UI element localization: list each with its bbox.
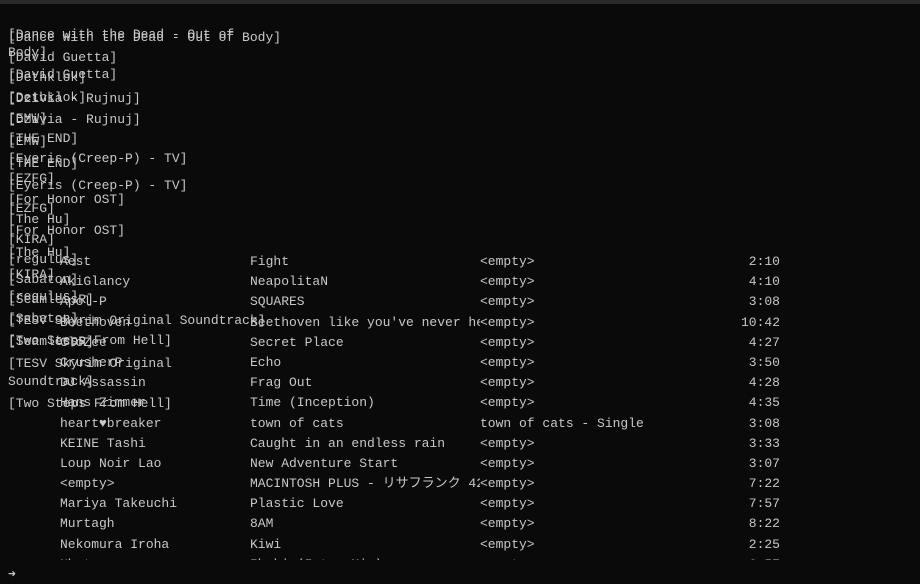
track-title: Secret Place — [250, 334, 480, 352]
track-album: <empty> — [480, 435, 700, 453]
track-album: <empty> — [480, 475, 700, 493]
track-row[interactable]: heart♥breakertown of catstown of cats - … — [0, 414, 920, 434]
prompt-bar: ➜ — [0, 565, 920, 584]
track-row[interactable]: AestFight<empty>2:10 — [0, 252, 920, 272]
sidebar-item-5[interactable]: [THE END] — [0, 153, 250, 175]
track-album: <empty> — [480, 354, 700, 372]
track-artist: Nhato — [60, 556, 250, 560]
track-album: <empty> — [480, 495, 700, 513]
track-duration: 3:08 — [700, 415, 780, 433]
track-title: Kiwi — [250, 536, 480, 554]
track-artist: Loup Noir Lao — [60, 455, 250, 473]
track-album: <empty> — [480, 253, 700, 271]
sidebar-item-1[interactable]: [David Guetta] — [0, 64, 250, 86]
track-row[interactable]: NhatoIbuki (Intro Mix)<empty>6:57 — [0, 555, 920, 560]
track-title: Fight — [250, 253, 480, 271]
track-album: town of cats - Single — [480, 415, 700, 433]
track-title: Time (Inception) — [250, 394, 480, 412]
track-row[interactable]: Nekomura IrohaKiwi<empty>2:25 — [0, 535, 920, 555]
track-duration: 7:22 — [700, 475, 780, 493]
track-row[interactable]: DJ AssassinFrag Out<empty>4:28 — [0, 373, 920, 393]
track-artist: CrusherP — [60, 354, 250, 372]
track-row[interactable]: CloZeeSecret Place<empty>4:27 — [0, 333, 920, 353]
track-duration: 6:57 — [700, 556, 780, 560]
track-row[interactable]: <empty>MACINTOSH PLUS - リサフランク 420<empty… — [0, 474, 920, 494]
track-title: New Adventure Start — [250, 455, 480, 473]
track-album: <empty> — [480, 314, 700, 332]
sidebar-item-6[interactable]: [Eyeris (Creep-P) - TV] — [0, 175, 250, 197]
track-duration: 4:27 — [700, 334, 780, 352]
track-artist: Beethoven — [60, 314, 250, 332]
track-row[interactable]: AkiGlancyNeapolitaN<empty>4:10 — [0, 272, 920, 292]
track-title: Plastic Love — [250, 495, 480, 513]
sidebar-item-2[interactable]: [Dethklok] — [0, 87, 250, 109]
track-album: <empty> — [480, 556, 700, 560]
track-title: Echo — [250, 354, 480, 372]
track-row[interactable]: Loup Noir LaoNew Adventure Start<empty>3… — [0, 454, 920, 474]
track-duration: 8:22 — [700, 515, 780, 533]
track-title: town of cats — [250, 415, 480, 433]
track-title: SQUARES — [250, 293, 480, 311]
track-artist: CloZee — [60, 334, 250, 352]
track-artist: heart♥breaker — [60, 415, 250, 433]
track-album: <empty> — [480, 334, 700, 352]
track-duration: 10:42 — [700, 314, 780, 332]
track-artist: AkiGlancy — [60, 273, 250, 291]
track-artist: <empty> — [60, 475, 250, 493]
track-row[interactable]: Murtagh8AM<empty>8:22 — [0, 514, 920, 534]
track-title: Ibuki (Intro Mix) — [250, 556, 480, 560]
track-artist: Hans Zimmer — [60, 394, 250, 412]
track-row[interactable]: KEINE TashiCaught in an endless rain<emp… — [0, 434, 920, 454]
track-row[interactable]: Mariya TakeuchiPlastic Love<empty>7:57 — [0, 494, 920, 514]
track-album: <empty> — [480, 273, 700, 291]
track-duration: 4:35 — [700, 394, 780, 412]
track-artist: Mariya Takeuchi — [60, 495, 250, 513]
sidebar-item-4[interactable]: [EMW] — [0, 131, 250, 153]
main-content: [Dance with the Dead - Out of Body][Davi… — [0, 24, 920, 560]
track-artist: Murtagh — [60, 515, 250, 533]
track-artist: Apol-P — [60, 293, 250, 311]
track-duration: 3:07 — [700, 455, 780, 473]
track-album: <empty> — [480, 374, 700, 392]
sidebar-item-8[interactable]: [For Honor OST] — [0, 220, 250, 242]
track-duration: 2:10 — [700, 253, 780, 271]
track-duration: 4:10 — [700, 273, 780, 291]
track-title: Beethoven like you've never hear — [250, 314, 480, 332]
track-album: <empty> — [480, 455, 700, 473]
track-artist: Aest — [60, 253, 250, 271]
track-title: 8AM — [250, 515, 480, 533]
track-title: Frag Out — [250, 374, 480, 392]
track-artist: KEINE Tashi — [60, 435, 250, 453]
track-row[interactable]: Apol-PSQUARES<empty>3:08 — [0, 292, 920, 312]
track-duration: 4:28 — [700, 374, 780, 392]
track-duration: 3:50 — [700, 354, 780, 372]
track-title: MACINTOSH PLUS - リサフランク 420 — [250, 475, 480, 493]
track-duration: 3:08 — [700, 293, 780, 311]
track-row[interactable]: Hans ZimmerTime (Inception)<empty>4:35 — [0, 393, 920, 413]
track-title: NeapolitaN — [250, 273, 480, 291]
track-duration: 7:57 — [700, 495, 780, 513]
track-duration: 3:33 — [700, 435, 780, 453]
track-duration: 2:25 — [700, 536, 780, 554]
track-artist: Nekomura Iroha — [60, 536, 250, 554]
sidebar-item-0[interactable]: [Dance with the Dead - Out of Body] — [0, 24, 250, 64]
track-album: <empty> — [480, 394, 700, 412]
track-row[interactable]: CrusherPEcho<empty>3:50 — [0, 353, 920, 373]
track-album: <empty> — [480, 293, 700, 311]
track-title: Caught in an endless rain — [250, 435, 480, 453]
title-bar — [0, 0, 920, 4]
track-album: <empty> — [480, 515, 700, 533]
track-row[interactable]: BeethovenBeethoven like you've never hea… — [0, 313, 920, 333]
sidebar-item-3[interactable]: [Dzivia - Rujnuj] — [0, 109, 250, 131]
track-album: <empty> — [480, 536, 700, 554]
sidebar-item-7[interactable]: [EZFG] — [0, 198, 250, 220]
track-artist: DJ Assassin — [60, 374, 250, 392]
prompt-icon: ➜ — [8, 567, 16, 582]
